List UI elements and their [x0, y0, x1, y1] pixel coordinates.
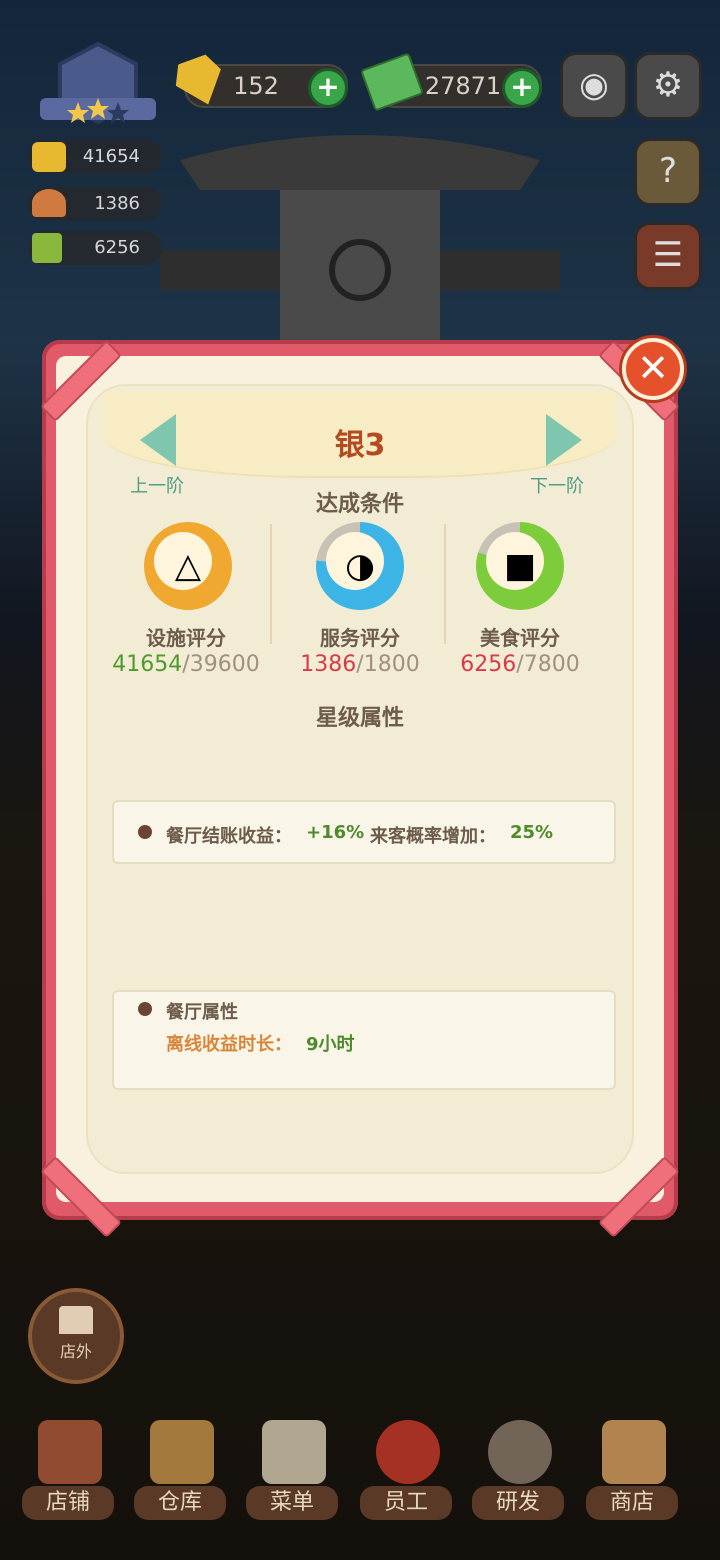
food-stat-value: 6256 [94, 237, 140, 258]
settings-button[interactable]: ⚙ [634, 52, 702, 120]
facility-score-label: 设施评分 [146, 626, 226, 650]
cooking-pot-icon [488, 1420, 552, 1484]
gem-count: 152 [233, 72, 279, 100]
food-stat: 6256 [28, 231, 162, 265]
close-icon: ✕ [637, 346, 669, 390]
star-attributes-box: 餐厅结账收益： +16% 来客概率增加： 25% [112, 800, 616, 864]
service-stat-value: 1386 [94, 193, 140, 214]
rank-badge[interactable] [36, 40, 160, 130]
food-current: 6256 [460, 652, 517, 677]
red-book-icon: ☰ [652, 235, 684, 275]
checkout-income-label: 餐厅结账收益： [166, 826, 292, 847]
service-score-label: 服务评分 [320, 626, 400, 650]
food-icon [32, 233, 62, 263]
service-score-value: 1386/1800 [270, 652, 450, 677]
food-score-label: 美食评分 [480, 626, 560, 650]
camera-icon: ◉ [579, 65, 609, 105]
facility-stat: 41654 [28, 140, 162, 174]
menu-clipboard-icon [262, 1420, 326, 1484]
food-progress-ring: ■ [476, 522, 564, 610]
warehouse-box-icon [150, 1420, 214, 1484]
rank-title: 银3 [334, 428, 386, 463]
nav-label: 商店 [586, 1486, 678, 1520]
offline-duration-label: 离线收益时长： [166, 1034, 292, 1055]
nav-label: 菜单 [246, 1486, 338, 1520]
nav-research[interactable]: 研发 [468, 1420, 568, 1530]
cash-count: 27871 [424, 72, 502, 100]
service-target: /1800 [356, 652, 420, 677]
camera-button[interactable]: ◉ [560, 52, 628, 120]
bullet-icon [138, 825, 152, 839]
building-illustration [160, 135, 560, 350]
prev-tier-label[interactable]: 上一阶 [130, 472, 184, 498]
nav-label: 员工 [360, 1486, 452, 1520]
food-score-value: 6256/7800 [430, 652, 610, 677]
nav-staff[interactable]: 员工 [356, 1420, 456, 1530]
shop-icon [38, 1420, 102, 1484]
store-icon [602, 1420, 666, 1484]
restaurant-attributes-box: 餐厅属性 离线收益时长： 9小时 [112, 990, 616, 1090]
checkout-income-value: +16% [306, 822, 365, 843]
staff-avatar-icon [376, 1420, 440, 1484]
next-tier-label[interactable]: 下一阶 [530, 472, 584, 498]
star-attributes-heading: 星级属性 [315, 706, 404, 731]
service-stat: 1386 [28, 187, 162, 221]
bullet-icon [138, 1002, 152, 1016]
nav-warehouse[interactable]: 仓库 [130, 1420, 230, 1530]
facility-progress-ring: △ [144, 522, 232, 610]
facility-score-value: 41654/39600 [96, 652, 276, 677]
nav-label: 仓库 [134, 1486, 226, 1520]
restaurant-attributes-heading: 餐厅属性 [166, 1002, 238, 1023]
close-button[interactable]: ✕ [622, 338, 684, 400]
prev-tier-arrow-icon[interactable] [140, 414, 176, 466]
food-target: /7800 [516, 652, 580, 677]
nav-label: 店铺 [22, 1486, 114, 1520]
nav-store[interactable]: 商店 [582, 1420, 682, 1530]
nav-shop[interactable]: 店铺 [18, 1420, 118, 1530]
facility-target: /39600 [182, 652, 260, 677]
storefront-icon [59, 1306, 93, 1334]
nav-label: 研发 [472, 1486, 564, 1520]
book-question-icon: ? [658, 151, 678, 191]
add-gems-button[interactable]: + [308, 68, 348, 108]
service-icon [32, 189, 66, 217]
nav-menu[interactable]: 菜单 [242, 1420, 342, 1530]
service-cloche-icon: ◑ [345, 546, 375, 586]
service-progress-ring: ◑ [316, 522, 404, 610]
conditions-heading: 达成条件 [315, 492, 404, 517]
outside-button[interactable]: 店外 [28, 1288, 124, 1384]
facility-stat-value: 41654 [82, 146, 140, 167]
next-tier-arrow-icon[interactable] [546, 414, 582, 466]
facility-current: 41654 [112, 652, 183, 677]
rank-badge-icon [40, 41, 156, 125]
service-current: 1386 [300, 652, 357, 677]
add-cash-button[interactable]: + [502, 68, 542, 108]
menu-book-button[interactable]: ☰ [634, 222, 702, 290]
facility-icon: △ [174, 546, 202, 586]
visitor-rate-value: 25% [510, 822, 554, 843]
outside-label: 店外 [59, 1342, 92, 1361]
visitor-rate-label: 来客概率增加： [370, 826, 496, 847]
facility-icon [32, 142, 66, 172]
offline-duration-value: 9小时 [306, 1034, 355, 1055]
guide-button[interactable]: ? [634, 138, 702, 206]
divider [270, 524, 272, 644]
gear-icon: ⚙ [652, 65, 684, 105]
recipe-book-icon: ■ [503, 546, 537, 586]
